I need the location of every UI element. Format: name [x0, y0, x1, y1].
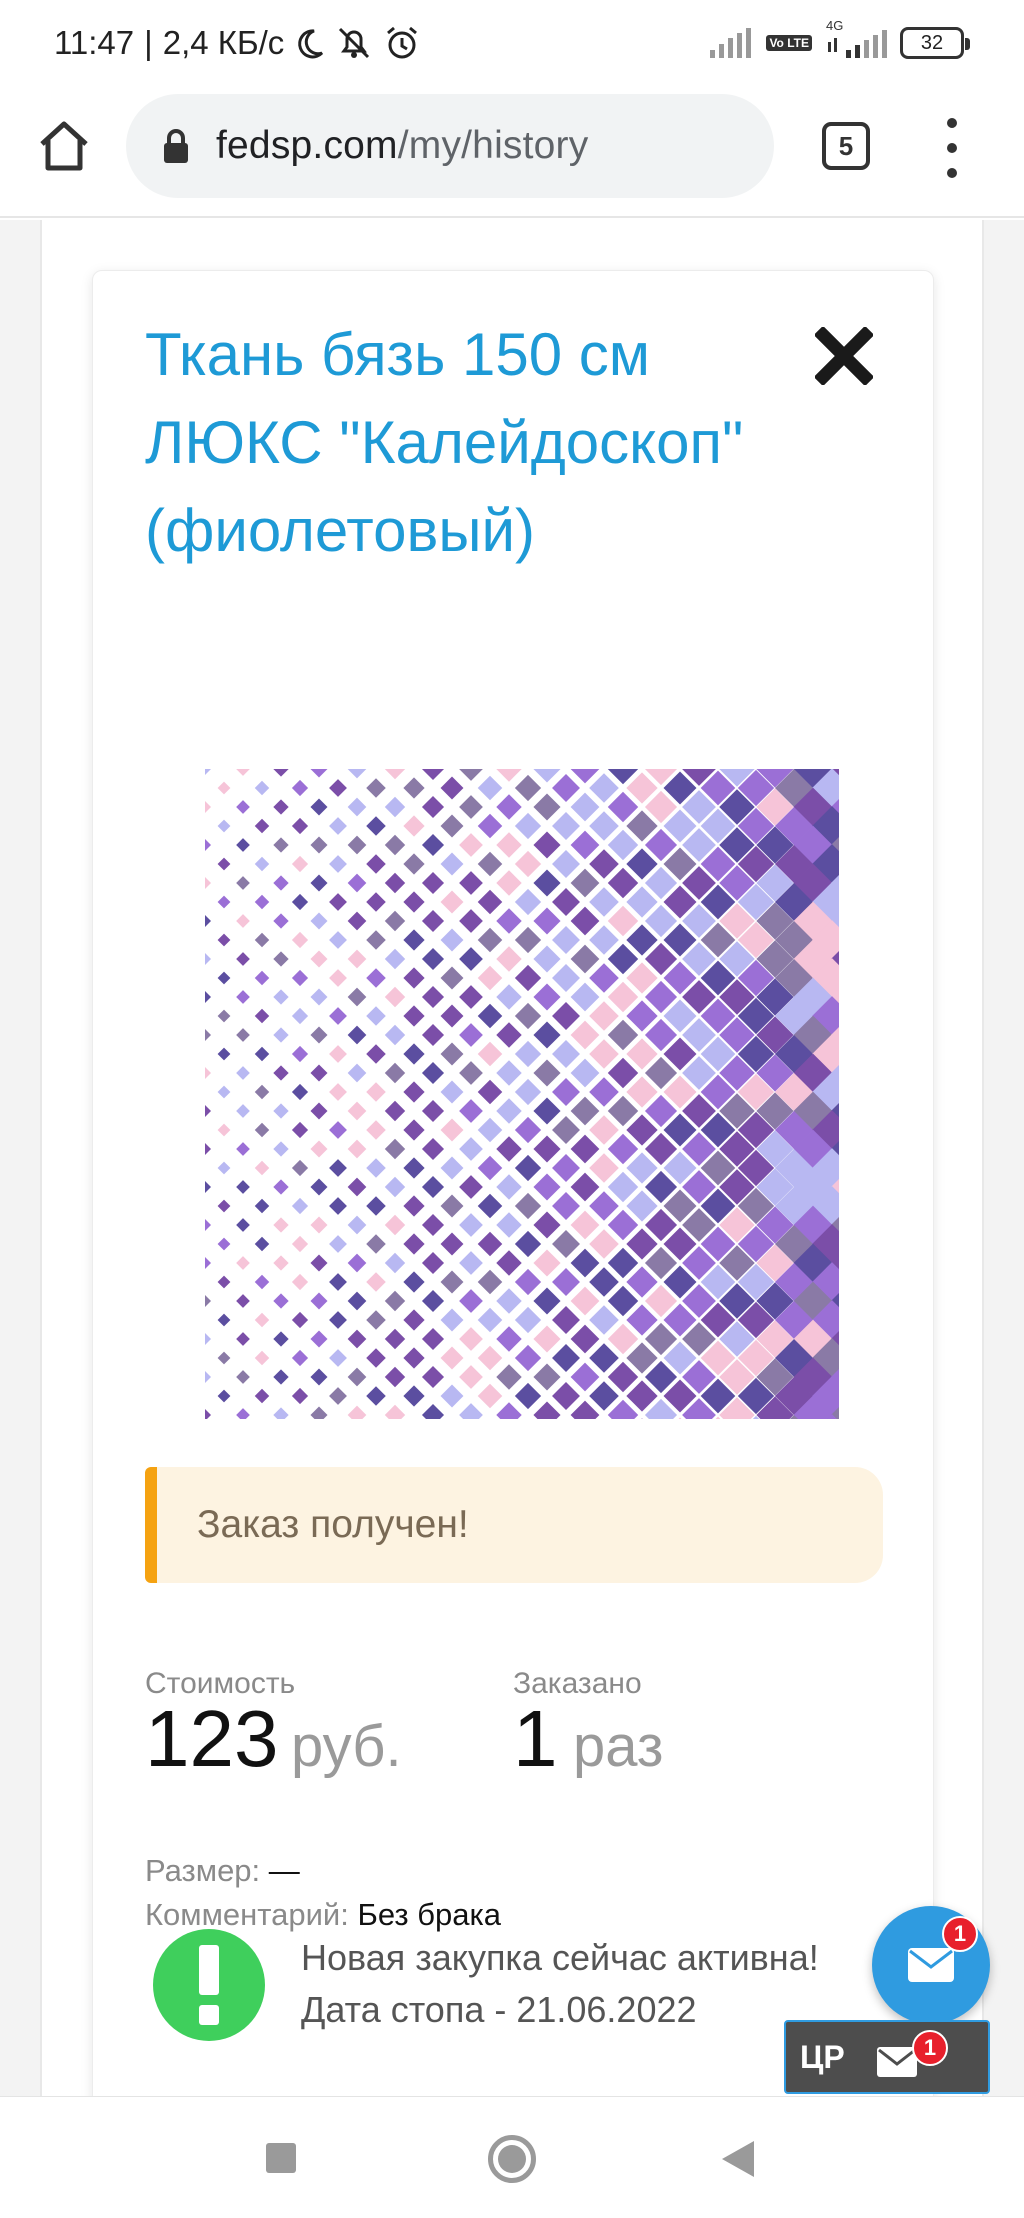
- chat-badge: 1: [942, 1916, 978, 1952]
- status-bar: 11:47 | 2,4 КБ/с Vo LTE 4G 32: [0, 0, 1024, 88]
- notice-line-1: Новая закупка сейчас активна!: [301, 1937, 819, 1978]
- order-status-text: Заказ получен!: [197, 1503, 469, 1546]
- comment-value: Без брака: [357, 1897, 501, 1932]
- order-card: Ткань бязь 150 см ЛЮКС "Калейдоскоп" (фи…: [92, 270, 934, 2096]
- comment-label: Комментарий:: [145, 1897, 349, 1932]
- ordered-unit: раз: [573, 1714, 664, 1779]
- notice-line-2: Дата стопа - 21.06.2022: [301, 1989, 697, 2030]
- system-nav-bar: [0, 2096, 1024, 2218]
- size-line: Размер: —: [145, 1853, 300, 1889]
- order-status-alert: Заказ получен!: [145, 1467, 883, 1583]
- battery-level: 32: [920, 31, 944, 54]
- url-text: fedsp.com/my/history: [216, 124, 588, 168]
- cost-unit: руб.: [291, 1714, 402, 1779]
- comment-line: Комментарий: Без брака: [145, 1897, 501, 1933]
- size-value: —: [268, 1853, 300, 1888]
- status-left: 11:47 | 2,4 КБ/с: [54, 24, 420, 62]
- moon-icon: [298, 29, 324, 59]
- signal-icon: [710, 28, 752, 58]
- more-menu-icon[interactable]: [940, 118, 964, 178]
- close-icon[interactable]: [815, 327, 873, 385]
- back-icon[interactable]: [722, 2141, 754, 2177]
- cr-widget[interactable]: ЦР 1: [784, 2020, 990, 2094]
- exclamation-icon: [153, 1929, 265, 2041]
- status-separator: |: [144, 24, 153, 61]
- cr-badge: 1: [912, 2030, 948, 2066]
- url-path: /my/history: [397, 124, 589, 167]
- status-right: Vo LTE 4G 32: [710, 18, 970, 60]
- page-content: Ткань бязь 150 см ЛЮКС "Калейдоскоп" (фи…: [0, 220, 1024, 2096]
- recents-icon[interactable]: [266, 2143, 296, 2173]
- home-nav-icon[interactable]: [488, 2135, 536, 2183]
- address-bar[interactable]: fedsp.com/my/history: [126, 94, 774, 198]
- signal-4g-icon: 4G: [824, 18, 888, 60]
- status-speed: 2,4 КБ/с: [162, 24, 285, 61]
- ordered-value: 1: [513, 1694, 558, 1783]
- home-icon[interactable]: [36, 118, 92, 174]
- size-label: Размер:: [145, 1853, 261, 1888]
- mail-icon: [908, 1948, 954, 1982]
- bell-off-icon: [339, 27, 370, 59]
- cost-value: 123: [145, 1694, 279, 1783]
- tabs-button[interactable]: 5: [822, 122, 870, 170]
- url-domain: fedsp.com: [216, 124, 398, 167]
- browser-toolbar: fedsp.com/my/history 5: [0, 88, 1024, 218]
- status-time: 11:47: [54, 24, 135, 61]
- alarm-icon: [387, 26, 418, 59]
- battery-icon: 32: [900, 27, 970, 59]
- product-title: Ткань бязь 150 см ЛЮКС "Калейдоскоп" (фи…: [145, 321, 744, 564]
- fabric-image: [205, 769, 839, 1419]
- chat-button[interactable]: 1: [872, 1906, 990, 2024]
- cr-label: ЦР: [800, 2038, 845, 2075]
- lock-icon: [164, 129, 188, 163]
- tab-count: 5: [838, 130, 854, 161]
- volte-icon: Vo LTE: [766, 35, 812, 51]
